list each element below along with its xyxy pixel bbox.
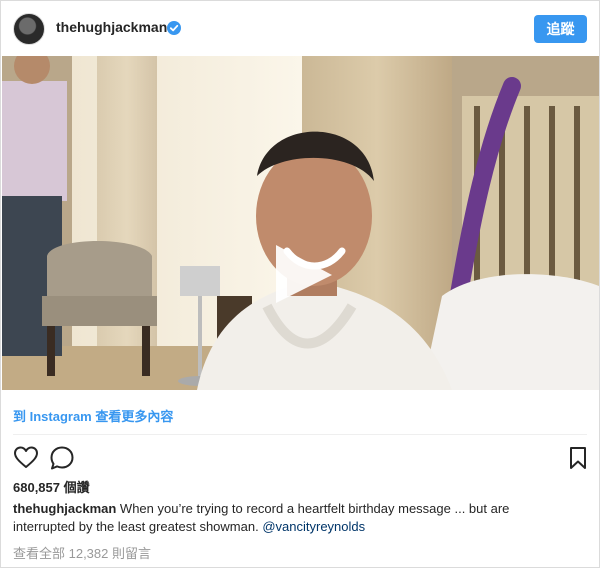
action-bar — [13, 445, 589, 471]
video-frame — [2, 56, 599, 390]
instagram-embed-card: thehughjackman 追蹤 到 Instagram 查看更多內容 680… — [0, 0, 600, 568]
caption-username[interactable]: thehughjackman — [13, 501, 116, 516]
like-count[interactable]: 680,857 個讚 — [13, 477, 90, 496]
caption: thehughjackman When you’re trying to rec… — [13, 500, 573, 536]
username-link[interactable]: thehughjackman — [56, 19, 167, 35]
play-icon[interactable] — [272, 241, 336, 305]
view-more-link[interactable]: 到 Instagram 查看更多內容 — [13, 406, 173, 425]
view-all-comments-link[interactable]: 查看全部 12,382 則留言 — [13, 543, 151, 562]
caption-mention[interactable]: @vancityreynolds — [262, 519, 365, 534]
heart-icon[interactable] — [13, 445, 39, 471]
post-video[interactable] — [2, 56, 599, 390]
follow-button[interactable]: 追蹤 — [534, 15, 587, 43]
avatar[interactable] — [13, 13, 45, 45]
comment-icon[interactable] — [49, 445, 75, 471]
divider — [13, 434, 587, 435]
verified-badge-icon — [167, 21, 181, 35]
post-header: thehughjackman 追蹤 — [1, 1, 599, 56]
bookmark-icon[interactable] — [565, 445, 591, 471]
